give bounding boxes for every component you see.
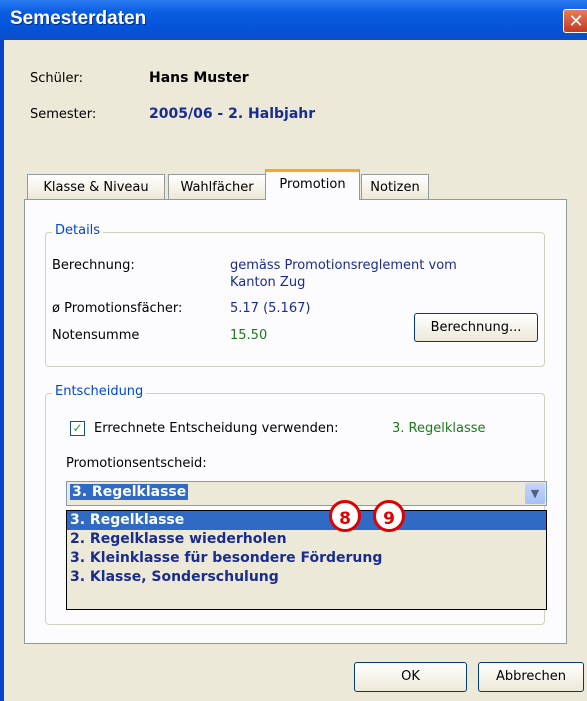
tab-klasse-niveau[interactable]: Klasse & Niveau: [27, 174, 165, 199]
dropdown-option[interactable]: 2. Regelklasse wiederholen: [67, 530, 546, 549]
chevron-down-icon[interactable]: ▼: [525, 483, 545, 504]
callout-marker: 8: [329, 500, 361, 532]
promotion-decision-select[interactable]: 3. Regelklasse ▼: [66, 481, 547, 506]
calc-value-line2: Kanton Zug: [230, 275, 306, 290]
use-computed-checkbox[interactable]: ✓: [70, 421, 85, 436]
student-label: Schüler:: [30, 71, 83, 86]
cancel-button[interactable]: Abbrechen: [478, 662, 584, 692]
tab-wahlfaecher[interactable]: Wahlfächer: [168, 174, 266, 199]
details-legend: Details: [52, 223, 104, 238]
promotion-decision-dropdown: 3. Regelklasse 2. Regelklasse wiederhole…: [66, 510, 547, 610]
calc-value-line1: gemäss Promotionsreglement vom: [230, 258, 457, 273]
dropdown-option[interactable]: 3. Klasse, Sonderschulung: [67, 568, 546, 587]
sum-value: 15.50: [230, 328, 268, 343]
select-value: 3. Regelklasse: [70, 484, 189, 500]
semester-label: Semester:: [30, 107, 97, 122]
sum-label: Notensumme: [52, 328, 140, 343]
student-value: Hans Muster: [149, 70, 249, 86]
calc-label: Berechnung:: [52, 258, 135, 273]
calculate-button[interactable]: Berechnung...: [414, 313, 538, 342]
tab-promotion[interactable]: Promotion: [265, 169, 360, 200]
avg-value: 5.17 (5.167): [230, 301, 311, 316]
title-bar[interactable]: Semesterdaten ✕: [0, 0, 587, 40]
window-title: Semesterdaten: [10, 8, 147, 29]
promotion-decision-label: Promotionsentscheid:: [66, 456, 207, 471]
computed-decision-value: 3. Regelklasse: [392, 421, 486, 436]
ok-button[interactable]: OK: [354, 662, 467, 692]
semester-value: 2005/06 - 2. Halbjahr: [149, 106, 316, 122]
close-icon[interactable]: ✕: [563, 9, 587, 33]
tab-notizen[interactable]: Notizen: [361, 174, 429, 199]
avg-label: ø Promotionsfächer:: [52, 301, 183, 316]
dialog-window: Semesterdaten ✕ Schüler: Hans Muster Sem…: [0, 0, 587, 701]
callout-marker: 9: [373, 500, 405, 532]
dropdown-option[interactable]: 3. Kleinklasse für besondere Förderung: [67, 549, 546, 568]
checkbox-label: Errechnete Entscheidung verwenden:: [94, 421, 339, 436]
details-group: Details Berechnung: gemäss Promotionsreg…: [45, 223, 545, 367]
decision-legend: Entscheidung: [52, 384, 147, 399]
dropdown-option[interactable]: 3. Regelklasse: [67, 511, 546, 530]
